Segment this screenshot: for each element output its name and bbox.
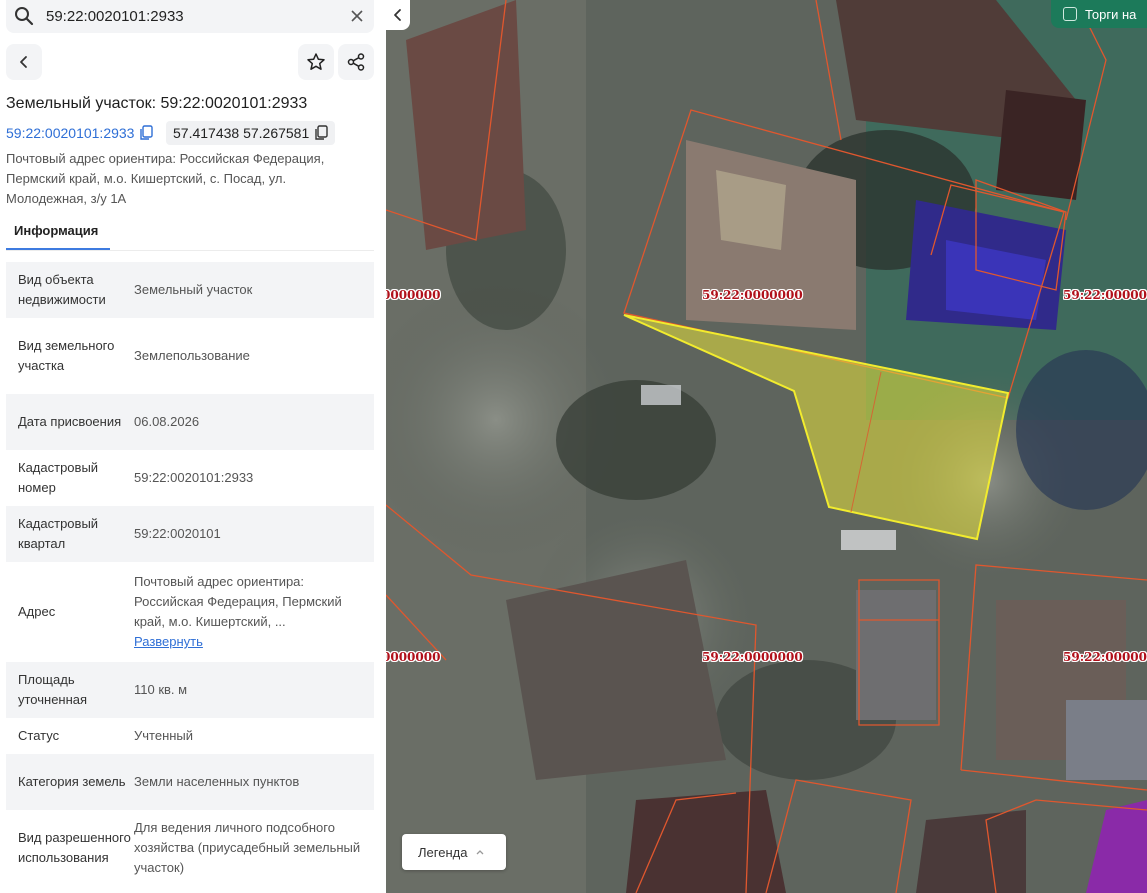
info-key: Вид объекта недвижимости — [18, 272, 106, 307]
info-key: Дата присвоения — [18, 414, 122, 429]
info-table: Вид объекта недвижимости Земельный участ… — [6, 262, 374, 886]
info-value: Для ведения личного подсобного хозяйства… — [134, 820, 361, 875]
info-value: 59:22:0020101:2933 — [134, 470, 254, 485]
parcel-label: 59:22:0000000 — [1063, 650, 1147, 664]
info-value: Почтовый адрес ориентира: Российская Фед… — [134, 574, 342, 629]
chevron-up-icon — [476, 850, 484, 855]
parcel-label: 59:22:0000000 — [702, 288, 803, 302]
info-value: Учтенный — [134, 728, 194, 743]
info-value: Земельный участок — [134, 282, 253, 297]
info-row: Адрес Почтовый адрес ориентира: Российск… — [6, 562, 374, 662]
cadastral-number-link[interactable]: 59:22:0020101:2933 — [6, 125, 134, 141]
chevron-left-icon — [20, 56, 27, 68]
info-key: Площадь уточненная — [18, 672, 88, 707]
info-value: 110 кв. м — [134, 682, 188, 697]
info-row: Кадастровый квартал 59:22:0020101 — [6, 506, 374, 562]
checkbox[interactable] — [1063, 7, 1077, 21]
info-key: Статус — [18, 728, 60, 743]
parcel-label: 59:22:0000000 — [702, 650, 803, 664]
close-icon[interactable] — [348, 7, 366, 25]
tab-divider — [6, 250, 374, 251]
info-row: Площадь уточненная 110 кв. м — [6, 662, 374, 718]
info-row: Вид земельного участка Землепользование — [6, 318, 374, 394]
legend-label: Легенда — [418, 844, 468, 860]
tab-information[interactable]: Информация — [6, 220, 110, 250]
search-bar — [6, 0, 374, 33]
share-button[interactable] — [338, 44, 374, 80]
collapse-panel-button[interactable] — [386, 0, 410, 30]
back-button[interactable] — [6, 44, 42, 80]
star-icon — [307, 53, 325, 70]
info-value: 59:22:0020101 — [134, 526, 221, 541]
info-value: Земли населенных пунктов — [134, 774, 300, 789]
info-value-group: Почтовый адрес ориентира: Российская Фед… — [134, 572, 374, 652]
page-title: Земельный участок: 59:22:0020101:2933 — [6, 95, 308, 112]
info-panel: Земельный участок: 59:22:0020101:2933 59… — [0, 0, 386, 893]
parcel-label: 59:22:000000 — [1063, 288, 1147, 302]
copy-icon[interactable] — [314, 125, 328, 141]
auctions-toggle[interactable]: Торги на — [1051, 0, 1147, 28]
info-key: Вид разрешенного использования — [18, 830, 131, 865]
info-row: Кадастровый номер 59:22:0020101:2933 — [6, 450, 374, 506]
search-input[interactable] — [46, 4, 336, 28]
chevron-left-icon — [394, 9, 401, 21]
satellite-imagery — [386, 0, 1147, 893]
parcel-label: 0000000 — [386, 288, 441, 302]
info-key: Кадастровый квартал — [18, 516, 99, 551]
parcel-label: 0000000 — [386, 650, 441, 664]
coordinates-text: 57.417438 57.267581 — [173, 125, 310, 141]
info-row: Вид разрешенного использования Для веден… — [6, 810, 374, 886]
search-icon — [15, 7, 34, 26]
info-row: Вид объекта недвижимости Земельный участ… — [6, 262, 374, 318]
coordinates-chip: 57.417438 57.267581 — [166, 121, 336, 145]
info-value: Землепользование — [134, 348, 250, 363]
info-key: Вид земельного участка — [18, 338, 115, 373]
info-row: Статус Учтенный — [6, 718, 374, 754]
info-row: Дата присвоения 06.08.2026 — [6, 394, 374, 450]
address-text: Почтовый адрес ориентира: Российская Фед… — [6, 151, 325, 206]
info-key: Категория земель — [18, 774, 126, 789]
auctions-label: Торги на — [1085, 6, 1137, 22]
info-row: Категория земель Земли населенных пункто… — [6, 754, 374, 810]
info-key: Адрес — [18, 604, 56, 619]
share-icon — [347, 53, 365, 71]
legend-button[interactable]: Легенда — [402, 834, 506, 870]
favorite-button[interactable] — [298, 44, 334, 80]
copy-icon[interactable] — [139, 125, 153, 141]
info-value: 06.08.2026 — [134, 414, 200, 429]
info-key: Кадастровый номер — [18, 460, 99, 495]
expand-link[interactable]: Развернуть — [134, 632, 366, 652]
map-view[interactable]: 0000000 59:22:0000000 59:22:000000 00000… — [386, 0, 1147, 893]
